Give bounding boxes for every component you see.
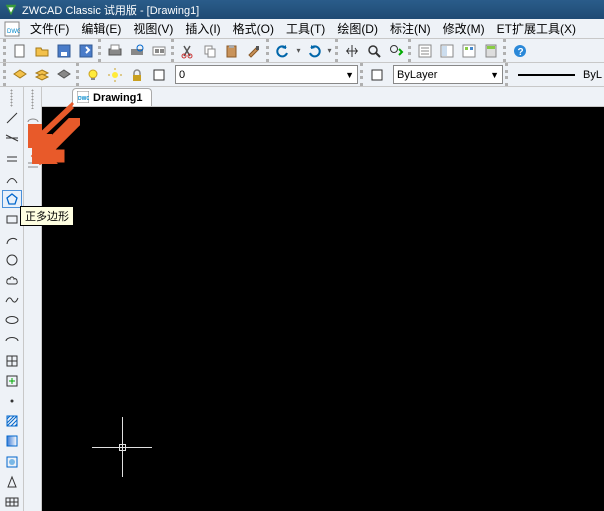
cut-button[interactable] [178, 41, 198, 61]
dwg-small-icon: DWG [77, 91, 89, 106]
preview-button[interactable] [127, 41, 147, 61]
draw-toolbar [0, 87, 24, 511]
svg-text:DWG: DWG [7, 29, 20, 35]
zoom-prev-button[interactable] [386, 41, 406, 61]
bulb-icon[interactable] [83, 65, 103, 85]
menu-format[interactable]: 格式(O) [227, 19, 280, 38]
chevron-down-icon: ▼ [345, 70, 354, 80]
app-icon [4, 3, 18, 17]
revcloud-tool[interactable] [2, 271, 22, 289]
line-tool[interactable] [2, 109, 22, 127]
mline-tool[interactable] [2, 150, 22, 168]
boundary-tool[interactable] [2, 453, 22, 471]
xline-tool[interactable] [2, 129, 22, 147]
gradient-tool[interactable] [2, 432, 22, 450]
svg-text:DWG: DWG [78, 96, 89, 102]
insert-tool[interactable] [2, 372, 22, 390]
ellipsearc-tool[interactable] [2, 331, 22, 349]
drawing-canvas[interactable] [42, 107, 604, 511]
linetype-label: ByL [583, 69, 602, 81]
callout-arrow-shape [30, 118, 80, 173]
menu-dim[interactable]: 标注(N) [384, 19, 437, 38]
layer-combo[interactable]: 0 ▼ [175, 65, 358, 84]
bylayer-combo[interactable]: ByLayer ▼ [393, 65, 503, 84]
saveas-button[interactable] [76, 41, 96, 61]
zoom-button[interactable] [364, 41, 384, 61]
doc-tab[interactable]: DWG Drawing1 [72, 88, 152, 106]
undo-dropdown[interactable]: ▾ [295, 46, 302, 55]
svg-text:?: ? [518, 47, 524, 58]
help-button[interactable]: ? [510, 41, 530, 61]
layercolor-icon[interactable] [149, 65, 169, 85]
menu-modify[interactable]: 修改(M) [437, 19, 491, 38]
polygon-tooltip: 正多边形 [20, 206, 74, 226]
layer3-button[interactable] [54, 65, 74, 85]
paste-button[interactable] [222, 41, 242, 61]
arc-tool[interactable] [2, 230, 22, 248]
block-tool[interactable] [2, 352, 22, 370]
linetype-preview [518, 74, 575, 76]
menu-et[interactable]: ET扩展工具(X) [491, 19, 582, 38]
polygon-tool[interactable] [2, 190, 22, 208]
spline-tool[interactable] [2, 291, 22, 309]
menu-draw[interactable]: 绘图(D) [331, 19, 384, 38]
dwg-icon: DWG [4, 21, 20, 37]
doc-tab-label: Drawing1 [93, 92, 143, 104]
layer2-button[interactable] [32, 65, 52, 85]
redo-button[interactable] [304, 41, 324, 61]
title-text: ZWCAD Classic 试用版 - [Drawing1] [22, 2, 199, 18]
plot-button[interactable] [105, 41, 125, 61]
lock-icon[interactable] [127, 65, 147, 85]
chevron-down-icon: ▼ [490, 70, 499, 80]
copy-button[interactable] [200, 41, 220, 61]
open-button[interactable] [32, 41, 52, 61]
properties-button[interactable] [415, 41, 435, 61]
menu-edit[interactable]: 编辑(E) [75, 19, 127, 38]
circle-tool[interactable] [2, 251, 22, 269]
matchprop-button[interactable] [244, 41, 264, 61]
menu-tools[interactable]: 工具(T) [280, 19, 331, 38]
ellipse-tool[interactable] [2, 311, 22, 329]
linecolor-icon[interactable] [367, 65, 387, 85]
save-button[interactable] [54, 41, 74, 61]
designcenter-button[interactable] [437, 41, 457, 61]
sun-icon[interactable] [105, 65, 125, 85]
calc-button[interactable] [481, 41, 501, 61]
publish-button[interactable] [149, 41, 169, 61]
arc3p-tool[interactable] [2, 170, 22, 188]
rectangle-tool[interactable] [2, 210, 22, 228]
grip-handle[interactable] [10, 89, 13, 107]
layer-combo-value: 0 [179, 69, 185, 81]
pan-button[interactable] [342, 41, 362, 61]
undo-button[interactable] [273, 41, 293, 61]
new-button[interactable] [10, 41, 30, 61]
table-tool[interactable] [2, 493, 22, 511]
point-tool[interactable] [2, 392, 22, 410]
menu-insert[interactable]: 插入(I) [179, 19, 226, 38]
toolpalette-button[interactable] [459, 41, 479, 61]
hatch-tool[interactable] [2, 412, 22, 430]
region-tool[interactable] [2, 473, 22, 491]
menu-view[interactable]: 视图(V) [127, 19, 179, 38]
menu-file[interactable]: 文件(F) [24, 19, 75, 38]
bylayer-value: ByLayer [397, 69, 437, 81]
layer1-button[interactable] [10, 65, 30, 85]
redo-dropdown[interactable]: ▾ [326, 46, 333, 55]
